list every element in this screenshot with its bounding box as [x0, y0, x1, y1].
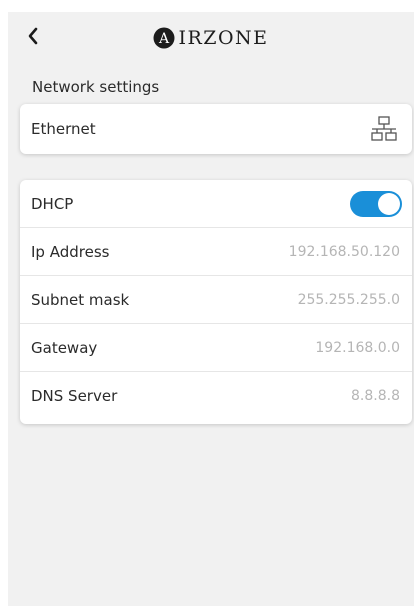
ethernet-label: Ethernet	[31, 120, 96, 138]
dns-server-row[interactable]: DNS Server 8.8.8.8	[20, 372, 412, 420]
ethernet-card[interactable]: Ethernet	[20, 104, 412, 154]
airzone-logo-icon: A	[153, 27, 175, 49]
network-card: DHCP Ip Address 192.168.50.120 Subnet ma…	[20, 180, 412, 424]
dhcp-label: DHCP	[31, 194, 74, 213]
brand-text: IRZONE	[178, 27, 269, 49]
brand: A IRZONE	[8, 24, 414, 52]
subnet-mask-value: 255.255.255.0	[297, 291, 400, 308]
dhcp-toggle[interactable]	[350, 191, 402, 217]
screen: A IRZONE Network settings Ethernet DHCP …	[8, 12, 414, 606]
header: A IRZONE	[8, 12, 414, 60]
brand-logo-letter: A	[158, 31, 170, 47]
gateway-row[interactable]: Gateway 192.168.0.0	[20, 324, 412, 372]
ethernet-row[interactable]: Ethernet	[20, 104, 412, 154]
ip-address-value: 192.168.50.120	[288, 243, 400, 260]
ip-address-row[interactable]: Ip Address 192.168.50.120	[20, 228, 412, 276]
dhcp-row: DHCP	[20, 180, 412, 228]
section-title: Network settings	[32, 78, 160, 96]
dns-server-value: 8.8.8.8	[351, 388, 400, 404]
dns-server-label: DNS Server	[31, 387, 118, 405]
subnet-mask-row[interactable]: Subnet mask 255.255.255.0	[20, 276, 412, 324]
gateway-value: 192.168.0.0	[315, 339, 400, 356]
ip-address-label: Ip Address	[31, 242, 110, 261]
gateway-label: Gateway	[31, 338, 98, 357]
network-icon	[371, 116, 397, 141]
subnet-mask-label: Subnet mask	[31, 290, 130, 309]
toggle-knob	[378, 193, 400, 215]
